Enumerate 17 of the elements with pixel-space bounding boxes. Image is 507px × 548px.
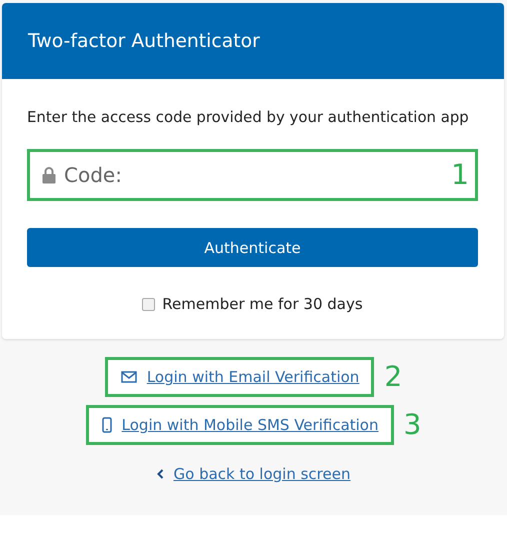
- annotation-number: 2: [384, 363, 402, 391]
- chevron-left-icon: [156, 469, 164, 479]
- authenticate-button[interactable]: Authenticate: [27, 228, 478, 267]
- instruction-text: Enter the access code provided by your authentication app: [27, 108, 470, 126]
- envelope-icon: [120, 371, 137, 383]
- login-link[interactable]: Login with Email Verification: [146, 368, 360, 386]
- card-title: Two-factor Authenticator: [28, 30, 260, 52]
- login-link[interactable]: Go back to login screen: [174, 465, 350, 483]
- code-field[interactable]: Code: 1: [27, 149, 478, 201]
- placeholder-text: Code:: [64, 163, 123, 187]
- login-link[interactable]: Login with Mobile SMS Verification: [122, 416, 378, 434]
- annotation-number: 3: [404, 411, 422, 439]
- lock-icon: [42, 166, 56, 184]
- phone-icon: [102, 417, 112, 433]
- remember-label[interactable]: Remember me for 30 days: [162, 295, 363, 313]
- annotation-number: 1: [451, 161, 469, 189]
- remember-checkbox[interactable]: [142, 298, 156, 310]
